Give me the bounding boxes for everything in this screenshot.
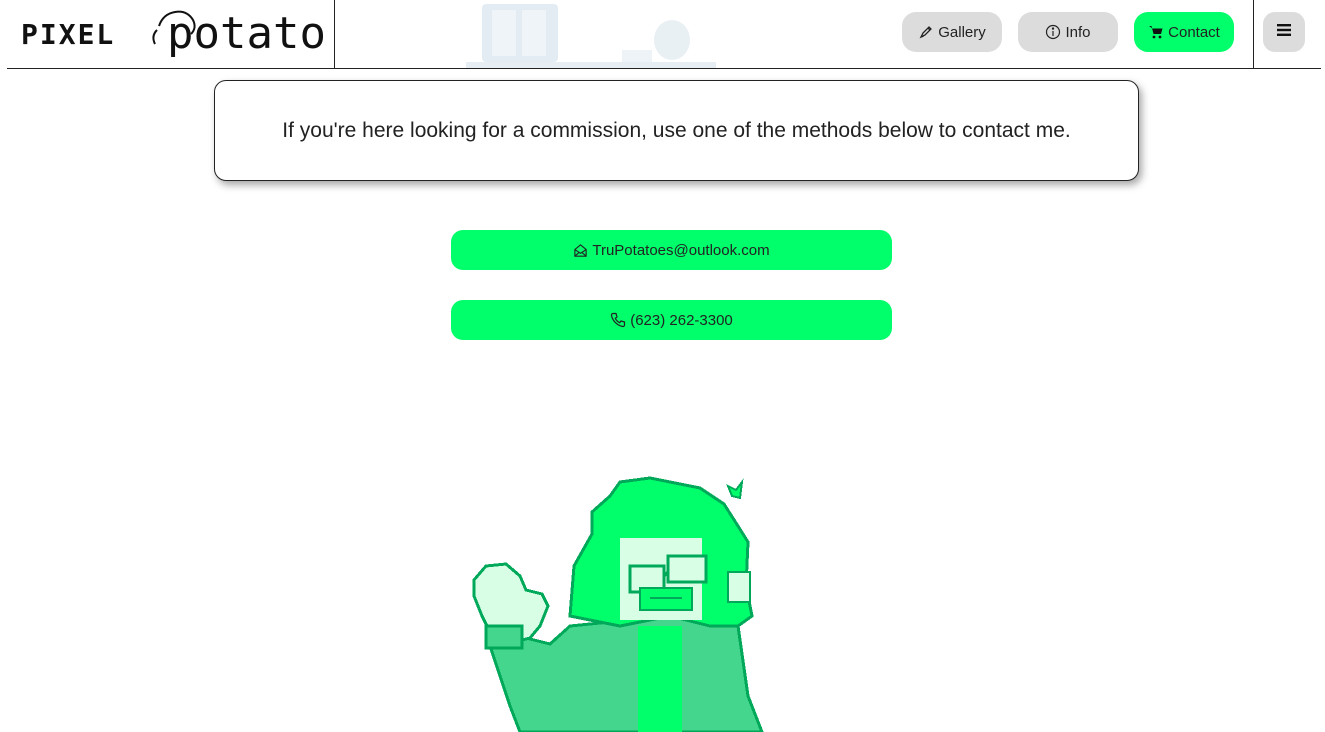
- contact-label: Contact: [1168, 23, 1220, 41]
- phone-number: (623) 262-3300: [630, 311, 733, 329]
- pen-icon: [918, 24, 934, 40]
- envelope-open-icon: [573, 243, 588, 258]
- cart-icon: [1148, 24, 1164, 40]
- intro-text: If you're here looking for a commission,…: [282, 118, 1071, 142]
- email-button[interactable]: TruPotatoes@outlook.com: [451, 230, 892, 270]
- email-address: TruPotatoes@outlook.com: [592, 241, 770, 259]
- contact-button[interactable]: Contact: [1134, 12, 1234, 52]
- pixel-potato-logo[interactable]: PIXEL potato: [19, 6, 329, 64]
- hamburger-icon: [1277, 23, 1291, 41]
- phone-button[interactable]: (623) 262-3300: [451, 300, 892, 340]
- gallery-button[interactable]: Gallery: [902, 12, 1002, 52]
- info-label: Info: [1065, 23, 1091, 41]
- svg-text:PIXEL: PIXEL: [21, 18, 115, 51]
- info-button[interactable]: Info: [1018, 12, 1118, 52]
- header-divider-right: [1253, 0, 1254, 68]
- menu-button[interactable]: [1263, 12, 1305, 52]
- phone-icon: [610, 312, 626, 328]
- header-decoration: [466, 4, 716, 68]
- intro-card: If you're here looking for a commission,…: [214, 80, 1139, 181]
- pixel-mascot-illustration: [472, 476, 764, 732]
- header-divider-left: [334, 0, 335, 68]
- info-circle-icon: [1045, 24, 1061, 40]
- site-header: PIXEL potato Gallery Info Contact: [7, 0, 1321, 69]
- gallery-label: Gallery: [938, 23, 986, 41]
- svg-text:potato: potato: [167, 8, 326, 59]
